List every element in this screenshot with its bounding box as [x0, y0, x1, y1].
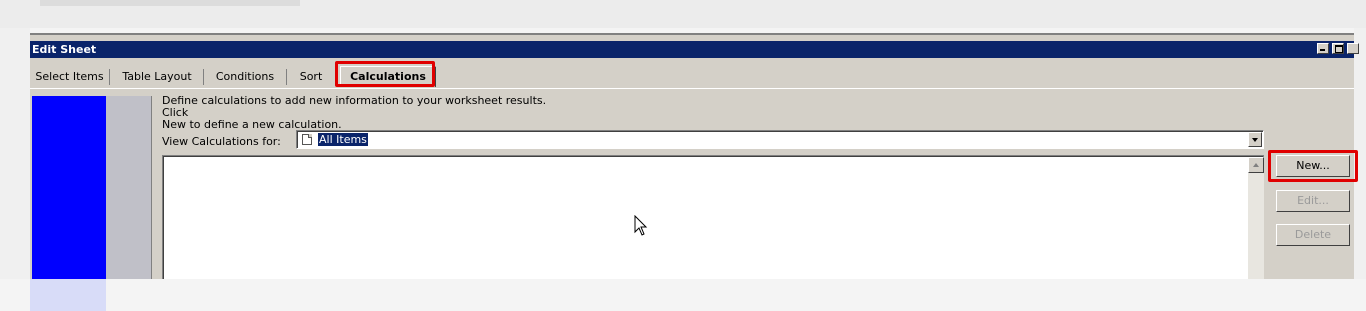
tab-strip: Select Items Table Layout Conditions Sor…	[30, 66, 1354, 89]
close-button[interactable]	[1347, 43, 1359, 54]
view-calculations-value: All Items	[317, 132, 369, 147]
view-calculations-dropdown[interactable]: All Items	[296, 130, 1264, 149]
scroll-up-arrow-icon[interactable]	[1248, 157, 1264, 173]
tab-conditions[interactable]: Conditions	[204, 69, 287, 85]
background-blur-top	[0, 0, 1366, 28]
tab-select-items[interactable]: Select Items	[30, 69, 110, 85]
dropdown-arrow-icon[interactable]	[1248, 132, 1262, 147]
tab-sort[interactable]: Sort	[287, 69, 336, 85]
background-blur-left	[0, 28, 30, 279]
title-bar[interactable]: Edit Sheet	[30, 41, 1359, 58]
calculations-list[interactable]	[162, 155, 1264, 285]
calculations-tab-highlight	[335, 61, 435, 87]
minimize-button[interactable]	[1317, 43, 1329, 54]
background-blur-bottom	[0, 279, 1366, 311]
document-icon	[302, 134, 312, 145]
delete-calculation-button[interactable]: Delete	[1276, 224, 1350, 246]
edit-sheet-dialog: Edit Sheet Select Items Table Layout Con…	[30, 33, 1359, 285]
edit-calculation-button[interactable]: Edit...	[1276, 190, 1350, 212]
background-ghost-text	[40, 0, 300, 6]
calculations-list-scrollbar[interactable]	[1248, 157, 1264, 285]
calculations-instructions: Define calculations to add new informati…	[162, 94, 547, 131]
window-title: Edit Sheet	[32, 43, 97, 56]
new-button-highlight	[1268, 150, 1358, 182]
tab-table-layout[interactable]: Table Layout	[111, 69, 204, 85]
wizard-graphic-strip	[106, 96, 152, 285]
wizard-graphic-panel	[32, 96, 106, 285]
background-blur-wizard	[30, 279, 106, 311]
maximize-button[interactable]	[1332, 43, 1344, 54]
mouse-pointer-icon	[634, 215, 648, 236]
view-calculations-label: View Calculations for:	[162, 135, 281, 148]
